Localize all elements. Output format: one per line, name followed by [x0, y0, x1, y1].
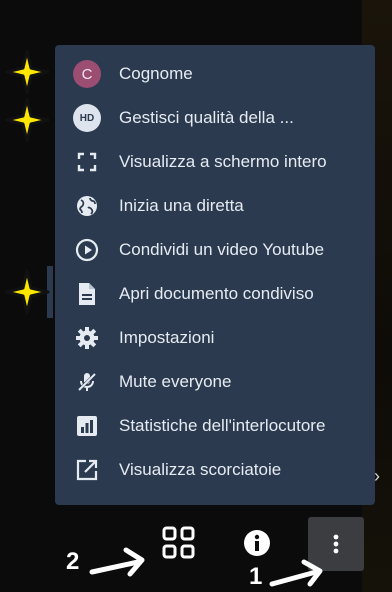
menu-item-label: Apri documento condiviso [119, 284, 314, 303]
chevron-right-icon: › [374, 466, 380, 486]
menu-item-label: Mute everyone [119, 372, 232, 391]
menu-item-keyboard-shortcuts[interactable]: Visualizza scorciatoie [55, 448, 375, 492]
menu-item-mute-everyone[interactable]: Mute everyone [55, 360, 375, 404]
avatar: C [73, 60, 101, 88]
annotation-arrow-icon [269, 559, 323, 587]
sparkle-annotation-icon [4, 49, 50, 95]
menu-item-label: Visualizza scorciatoie [119, 460, 282, 479]
menu-item-share-youtube[interactable]: Condividi un video Youtube [55, 228, 375, 272]
more-vertical-icon [333, 534, 339, 554]
document-icon [73, 280, 101, 308]
menu-item-speaker-stats[interactable]: Statistiche dell'interlocutore [55, 404, 375, 448]
menu-item-name[interactable]: C Cognome [55, 52, 375, 96]
menu-item-label: Impostazioni [119, 328, 215, 347]
hd-badge: HD [73, 104, 101, 132]
sparkle-annotation-icon [4, 97, 50, 143]
globe-icon [73, 192, 101, 220]
menu-item-manage-quality[interactable]: HD Gestisci qualità della ... [55, 96, 375, 140]
menu-item-label: Inizia una diretta [119, 196, 244, 215]
fullscreen-icon [73, 148, 101, 176]
menu-item-label: Cognome [119, 64, 193, 83]
annotation-number-2: 2 [66, 548, 80, 575]
sparkle-annotation-icon [4, 269, 50, 315]
annotation-number-1: 1 [249, 563, 263, 590]
menu-item-label: Condividi un video Youtube [119, 240, 325, 259]
menu-item-fullscreen[interactable]: Visualizza a schermo intero [55, 140, 375, 184]
play-circle-icon [73, 236, 101, 264]
overflow-menu: C Cognome HD Gestisci qualità della ... … [55, 45, 375, 505]
hd-quality-icon: HD [73, 104, 101, 132]
menu-item-open-shared-document[interactable]: Apri documento condiviso [55, 272, 375, 316]
stats-icon [73, 412, 101, 440]
tile-view-button[interactable] [160, 524, 198, 562]
menu-item-label: Statistiche dell'interlocutore [119, 416, 326, 435]
annotation-arrow-icon [89, 547, 145, 577]
external-link-icon [73, 456, 101, 484]
avatar-letter-icon: C [73, 60, 101, 88]
menu-item-start-live[interactable]: Inizia una diretta [55, 184, 375, 228]
menu-item-label: Gestisci qualità della ... [119, 108, 294, 127]
mic-off-icon [73, 368, 101, 396]
menu-item-settings[interactable]: Impostazioni [55, 316, 375, 360]
tile-grid-icon [162, 526, 195, 559]
menu-item-label: Visualizza a schermo intero [119, 152, 327, 171]
gear-icon [73, 324, 101, 352]
